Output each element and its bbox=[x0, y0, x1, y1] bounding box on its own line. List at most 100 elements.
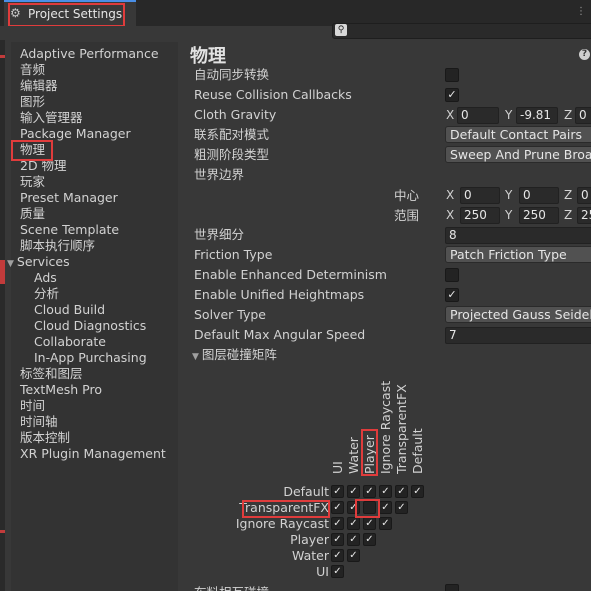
matrix-cell-checkbox[interactable]: ✓ bbox=[379, 517, 392, 530]
collision-matrix-label: 图层碰撞矩阵 bbox=[201, 347, 277, 362]
project-settings-tab[interactable]: ⚙ Project Settings bbox=[4, 0, 136, 26]
broadphase-dropdown[interactable]: Sweep And Prune Broadphase bbox=[445, 146, 591, 163]
matrix-cell-checkbox[interactable]: ✓ bbox=[379, 501, 392, 514]
sidebar-item-textmesh-pro[interactable]: TextMesh Pro bbox=[20, 382, 102, 398]
cloth-inter-collision-checkbox[interactable] bbox=[445, 584, 459, 591]
matrix-cell-checkbox[interactable]: ✓ bbox=[363, 533, 376, 546]
enhanced-determinism-checkbox[interactable] bbox=[445, 268, 459, 282]
matrix-cell-checkbox[interactable]: ✓ bbox=[347, 501, 360, 514]
sidebar-item-player[interactable]: 玩家 bbox=[20, 174, 45, 190]
matrix-cell-checkbox[interactable]: ✓ bbox=[395, 485, 408, 498]
sidebar-item-quality[interactable]: 质量 bbox=[20, 206, 45, 222]
search-input[interactable] bbox=[349, 24, 589, 37]
x-axis-label: X bbox=[446, 208, 455, 222]
sidebar-item-input-manager[interactable]: 输入管理器 bbox=[20, 110, 83, 126]
sidebar-item-adaptive-performance[interactable]: Adaptive Performance bbox=[20, 46, 159, 62]
sidebar-item-xr-plugin-management[interactable]: XR Plugin Management bbox=[20, 446, 166, 462]
auto-sync-checkbox[interactable] bbox=[445, 68, 459, 82]
matrix-cell-checkbox[interactable]: ✓ bbox=[347, 485, 360, 498]
matrix-cell-checkbox[interactable]: ✓ bbox=[411, 485, 424, 498]
matrix-cell-checkbox[interactable]: ✓ bbox=[347, 533, 360, 546]
sidebar-item-collaborate[interactable]: Collaborate bbox=[34, 334, 106, 350]
sidebar-item-script-execution-order[interactable]: 脚本执行顺序 bbox=[20, 238, 95, 254]
world-bounds-label: 世界边界 bbox=[194, 167, 245, 182]
tab-title: Project Settings bbox=[28, 7, 123, 21]
sidebar-item-cloud-diagnostics[interactable]: Cloud Diagnostics bbox=[34, 318, 146, 334]
matrix-cell-checkbox[interactable]: ✓ bbox=[363, 517, 376, 530]
matrix-cell-checkbox[interactable]: ✓ bbox=[379, 485, 392, 498]
matrix-cell-checkbox[interactable]: ✓ bbox=[331, 517, 344, 530]
contact-pairs-dropdown[interactable]: Default Contact Pairs bbox=[445, 126, 591, 143]
unified-heightmaps-label: Enable Unified Heightmaps bbox=[194, 287, 365, 302]
sidebar-item-tags-and-layers[interactable]: 标签和图层 bbox=[20, 366, 83, 382]
matrix-row-ui: UI bbox=[316, 564, 329, 579]
friction-type-dropdown[interactable]: Patch Friction Type bbox=[445, 246, 591, 263]
center-y-field[interactable]: 0 bbox=[519, 187, 559, 204]
matrix-column-default: Default bbox=[410, 428, 425, 474]
sidebar-item-physics-2d[interactable]: 2D 物理 bbox=[20, 158, 67, 174]
matrix-cell-checkbox[interactable]: ✓ bbox=[331, 501, 344, 514]
sidebar-item-time[interactable]: 时间 bbox=[20, 398, 45, 414]
center-z-field[interactable]: 0 bbox=[577, 187, 591, 204]
collision-matrix-foldout[interactable]: ▼ 图层碰撞矩阵 bbox=[192, 346, 277, 364]
subdivisions-field[interactable]: 8 bbox=[445, 227, 591, 244]
matrix-cell-checkbox[interactable]: ✓ bbox=[331, 485, 344, 498]
sidebar-item-in-app-purchasing[interactable]: In-App Purchasing bbox=[34, 350, 147, 366]
matrix-cell-checkbox[interactable]: ✓ bbox=[331, 533, 344, 546]
help-icon[interactable]: ? bbox=[579, 49, 590, 60]
sidebar-item-physics[interactable]: 物理 bbox=[20, 142, 45, 158]
sidebar-item-editor[interactable]: 编辑器 bbox=[20, 78, 58, 94]
matrix-row-water: Water bbox=[292, 548, 329, 563]
left-edge-strip bbox=[0, 40, 5, 591]
sidebar-item-audio[interactable]: 音频 bbox=[20, 62, 45, 78]
sidebar-item-cloud-build[interactable]: Cloud Build bbox=[34, 302, 105, 318]
sidebar-item-graphics[interactable]: 图形 bbox=[20, 94, 45, 110]
subdivisions-label: 世界细分 bbox=[194, 227, 245, 242]
matrix-cell-checkbox[interactable]: ✓ bbox=[395, 501, 408, 514]
sidebar-item-ads[interactable]: Ads bbox=[34, 270, 57, 286]
reuse-callbacks-checkbox[interactable]: ✓ bbox=[445, 88, 459, 102]
extent-z-field[interactable]: 250 bbox=[577, 207, 591, 224]
z-axis-label: Z bbox=[564, 108, 573, 122]
cloth-gravity-z-field[interactable]: 0 bbox=[575, 107, 591, 124]
solver-type-dropdown[interactable]: Projected Gauss Seidel bbox=[445, 306, 591, 323]
max-angular-speed-field[interactable]: 7 bbox=[445, 327, 591, 344]
cloth-inter-collision-label: 布料相互碰撞 bbox=[194, 582, 269, 591]
enhanced-determinism-label: Enable Enhanced Determinism bbox=[194, 267, 387, 282]
matrix-cell-checkbox[interactable]: ✓ bbox=[331, 549, 344, 562]
center-label: 中心 bbox=[394, 188, 420, 203]
cloth-gravity-label: Cloth Gravity bbox=[194, 107, 277, 122]
sidebar-item-version-control[interactable]: 版本控制 bbox=[20, 430, 70, 446]
expand-arrow-icon[interactable]: ▼ bbox=[192, 352, 199, 362]
sidebar-item-timeline[interactable]: 时间轴 bbox=[20, 414, 58, 430]
matrix-cell-checkbox[interactable]: ✓ bbox=[347, 549, 360, 562]
matrix-cell-checkbox[interactable] bbox=[363, 501, 376, 514]
matrix-column-player: Player bbox=[362, 435, 377, 474]
left-strip-mark bbox=[0, 55, 5, 58]
sidebar-item-analytics[interactable]: 分析 bbox=[34, 286, 59, 302]
matrix-row-player: Player bbox=[290, 532, 329, 547]
matrix-cell-checkbox[interactable]: ✓ bbox=[347, 517, 360, 530]
sidebar-item-scene-template[interactable]: Scene Template bbox=[20, 222, 119, 238]
kebab-menu-icon[interactable]: ⋮ bbox=[576, 6, 586, 17]
cloth-gravity-y-field[interactable]: -9.81 bbox=[516, 107, 558, 124]
cloth-gravity-x-field[interactable]: 0 bbox=[457, 107, 499, 124]
extent-y-field[interactable]: 250 bbox=[519, 207, 559, 224]
extent-x-field[interactable]: 250 bbox=[460, 207, 500, 224]
search-icon: ⚲ bbox=[335, 24, 347, 36]
y-axis-label: Y bbox=[505, 208, 513, 222]
sidebar-item-services[interactable]: ▼ Services bbox=[7, 254, 70, 270]
sidebar-item-package-manager[interactable]: Package Manager bbox=[20, 126, 131, 142]
x-axis-label: X bbox=[446, 108, 455, 122]
y-axis-label: Y bbox=[505, 108, 513, 122]
reuse-callbacks-label: Reuse Collision Callbacks bbox=[194, 87, 352, 102]
matrix-cell-checkbox[interactable]: ✓ bbox=[331, 565, 344, 578]
solver-type-label: Solver Type bbox=[194, 307, 266, 322]
search-field[interactable]: ⚲ bbox=[332, 23, 591, 39]
expand-arrow-icon[interactable]: ▼ bbox=[7, 259, 14, 269]
sidebar-item-preset-manager[interactable]: Preset Manager bbox=[20, 190, 118, 206]
matrix-cell-checkbox[interactable]: ✓ bbox=[363, 485, 376, 498]
z-axis-label: Z bbox=[564, 208, 573, 222]
center-x-field[interactable]: 0 bbox=[460, 187, 500, 204]
unified-heightmaps-checkbox[interactable]: ✓ bbox=[445, 288, 459, 302]
